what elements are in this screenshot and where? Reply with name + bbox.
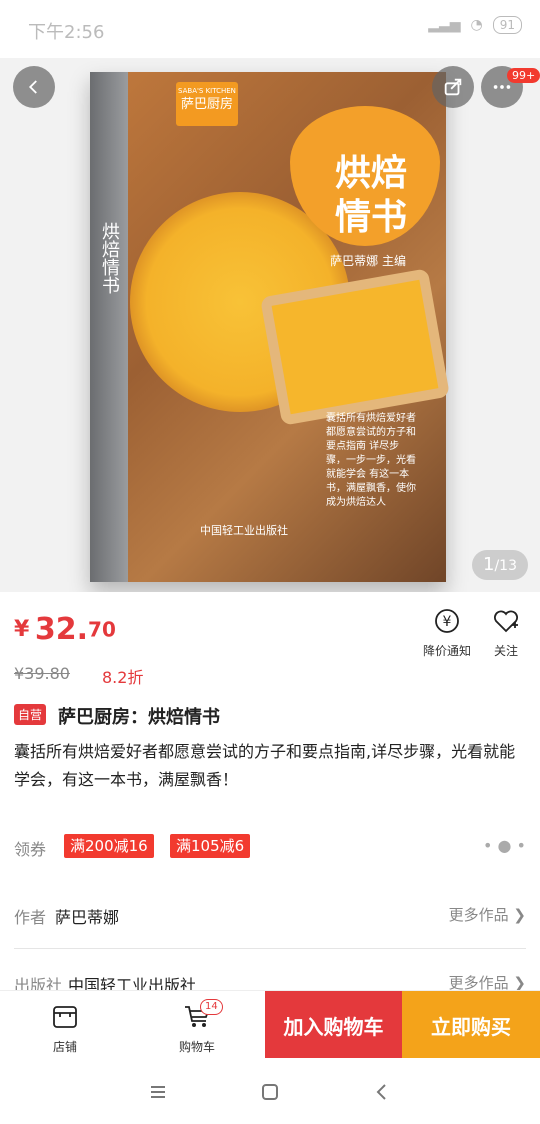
cover-brand-cn: 萨巴厨房 xyxy=(180,97,233,112)
cover-author: 萨巴蒂娜 主编 xyxy=(330,254,406,268)
share-icon xyxy=(444,78,462,96)
self-operated-tag: 自营 xyxy=(14,704,47,725)
heart-plus-icon xyxy=(494,610,518,633)
cover-publisher: 中国轻工业出版社 xyxy=(200,524,288,537)
shop-label: 店铺 xyxy=(52,1040,77,1054)
product-description: 囊括所有烘焙爱好者都愿意尝试的方子和要点指南,详尽步骤，光看就能学会，有这一本书… xyxy=(14,742,516,789)
price-symbol: ¥ xyxy=(14,617,30,642)
add-to-cart-button[interactable]: 加入购物车 xyxy=(265,991,402,1059)
status-bar: 下午2:56 ▂▃▅ ◔ 91 xyxy=(0,0,540,58)
cover-brand-en: SABA'S KITCHEN xyxy=(178,87,236,95)
tart-slice-image xyxy=(260,268,450,426)
system-navigation-bar xyxy=(0,1058,540,1124)
current-price: ¥ 32.70 xyxy=(14,612,116,647)
product-image-carousel[interactable]: 烘焙情书 SABA'S KITCHEN 萨巴厨房 烘焙情书 萨巴蒂娜 主编 囊括… xyxy=(0,58,540,592)
follow-button[interactable]: 关注 xyxy=(486,607,526,659)
svg-text:¥: ¥ xyxy=(443,614,452,630)
divider xyxy=(14,948,526,949)
coupon-label: 领券 xyxy=(14,840,47,859)
book-spine: 烘焙情书 xyxy=(90,72,128,582)
original-price: ¥39.80 xyxy=(14,664,70,683)
image-page-indicator: 1/13 xyxy=(472,550,528,580)
price-integer: 32. xyxy=(34,612,89,647)
author-more-works-link[interactable]: 更多作品 ❯ xyxy=(449,904,526,925)
bottom-action-bar: 店铺 14 购物车 加入购物车 立即购买 xyxy=(0,990,540,1059)
back-icon[interactable] xyxy=(370,1080,394,1104)
battery-icon: 91 xyxy=(492,16,522,34)
shop-button[interactable]: 店铺 xyxy=(20,1001,110,1055)
cart-label: 购物车 xyxy=(178,1040,215,1054)
product-title: 萨巴厨房：烘焙情书 xyxy=(58,707,220,728)
status-icons: ▂▃▅ ◔ 91 xyxy=(428,16,522,34)
page-current: 1 xyxy=(483,554,495,575)
author-label: 作者 xyxy=(14,908,47,927)
signal-icon: ▂▃▅ xyxy=(428,17,461,33)
cart-button[interactable]: 14 购物车 xyxy=(152,999,242,1055)
status-time: 下午2:56 xyxy=(28,22,105,43)
notify-label: 降价通知 xyxy=(422,644,471,658)
cover-brand: SABA'S KITCHEN 萨巴厨房 xyxy=(176,82,238,126)
cover-title: 烘焙情书 xyxy=(334,153,407,238)
buy-now-button[interactable]: 立即购买 xyxy=(402,991,540,1059)
wifi-icon: ◔ xyxy=(470,17,483,33)
coupon-item[interactable]: 满105减6 xyxy=(170,834,251,858)
cover-blurb: 囊括所有烘焙爱好者都愿意尝试的方子和要点指南 详尽步骤，一步一步，光看就能学会 … xyxy=(326,413,416,508)
price-drop-notify-button[interactable]: ¥ 降价通知 xyxy=(420,607,474,659)
book-cover: 烘焙情书 SABA'S KITCHEN 萨巴厨房 烘焙情书 萨巴蒂娜 主编 囊括… xyxy=(90,72,450,582)
cart-count-badge: 14 xyxy=(200,999,223,1015)
menu-icon[interactable] xyxy=(146,1080,170,1104)
coupon-more[interactable]: • ● • xyxy=(483,836,526,855)
yen-bell-icon: ¥ xyxy=(435,609,459,633)
shop-icon xyxy=(53,1006,77,1028)
spine-title: 烘焙情书 xyxy=(99,222,120,294)
more-badge: 99+ xyxy=(507,68,540,83)
share-button[interactable] xyxy=(432,66,474,108)
page-total: /13 xyxy=(494,558,517,574)
discount-rate: 8.2折 xyxy=(102,668,144,687)
chevron-left-icon xyxy=(28,80,37,94)
follow-label: 关注 xyxy=(493,644,518,658)
back-button[interactable] xyxy=(13,66,55,108)
coupon-item[interactable]: 满200减16 xyxy=(64,834,154,858)
author-value[interactable]: 萨巴蒂娜 xyxy=(55,904,119,928)
price-decimal: 70 xyxy=(88,617,116,642)
home-icon[interactable] xyxy=(258,1080,282,1104)
